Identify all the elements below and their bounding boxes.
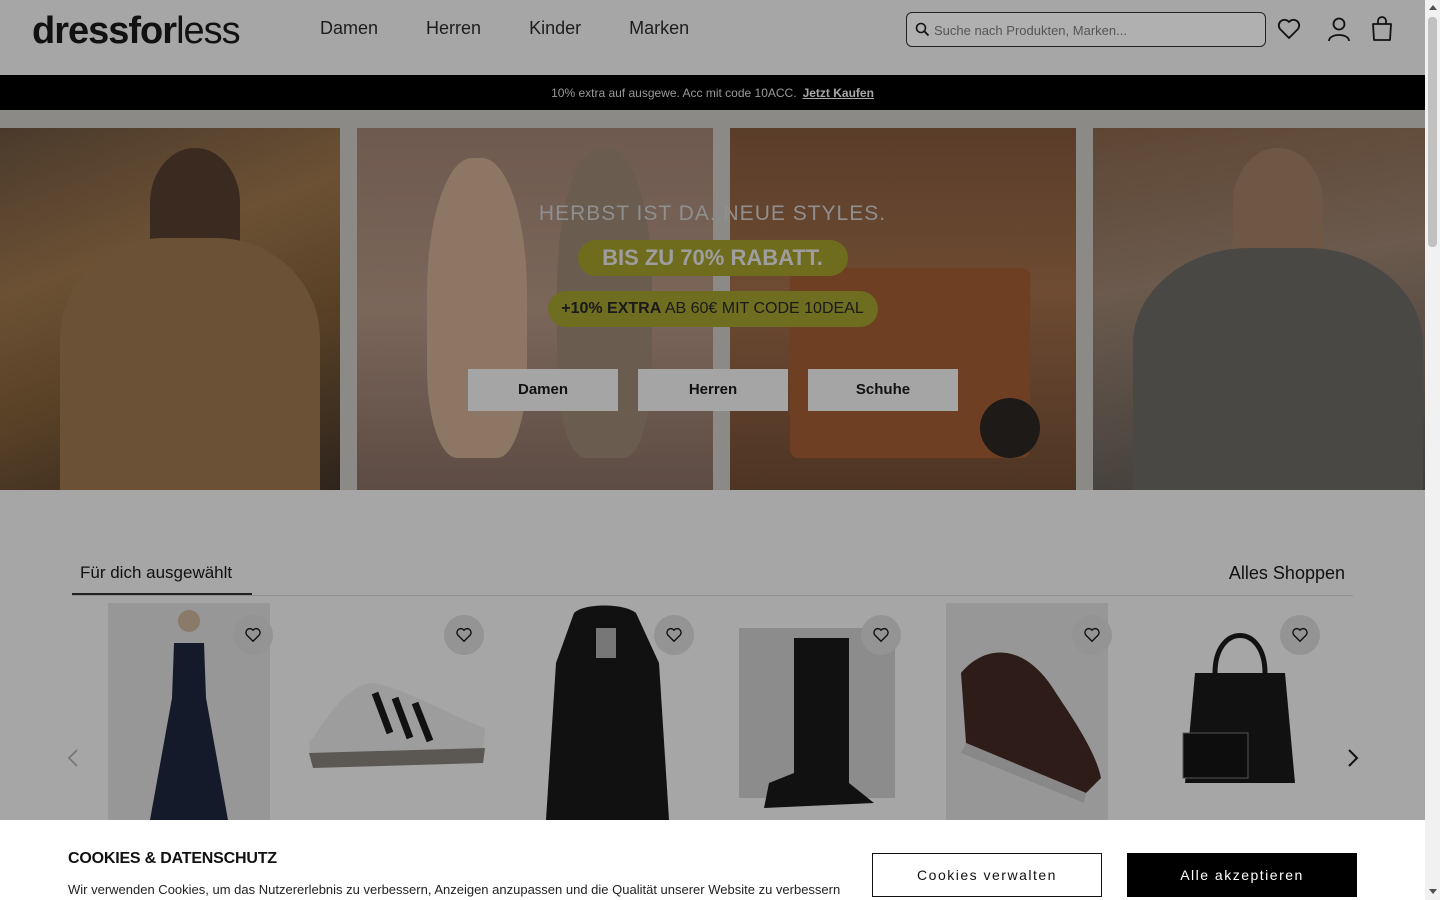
hero-image-woman bbox=[0, 128, 340, 490]
product-card-sneaker[interactable] bbox=[305, 603, 487, 820]
carousel-next-icon[interactable] bbox=[1342, 748, 1362, 768]
hero-code-pill: +10% EXTRA AB 60€ MIT CODE 10DEAL bbox=[547, 291, 878, 327]
cookie-title: COOKIES & DATENSCHUTZ bbox=[68, 850, 277, 867]
search-box[interactable] bbox=[906, 12, 1266, 47]
bag-icon[interactable] bbox=[1369, 16, 1395, 42]
site-header: dressforless Damen Herren Kinder Marken bbox=[0, 0, 1425, 75]
hero-button-damen[interactable]: Damen bbox=[468, 369, 618, 411]
nav-kinder[interactable]: Kinder bbox=[529, 18, 581, 39]
promo-bar: 10% extra auf ausgewe. Acc mit code 10AC… bbox=[0, 75, 1425, 110]
cookie-text: Wir verwenden Cookies, um das Nutzererle… bbox=[68, 882, 841, 897]
nav-damen[interactable]: Damen bbox=[320, 18, 378, 39]
logo-thin-text: less bbox=[176, 10, 241, 52]
search-input[interactable] bbox=[934, 20, 1254, 40]
scrollbar-thumb[interactable] bbox=[1428, 17, 1437, 247]
hero-button-herren[interactable]: Herren bbox=[638, 369, 788, 411]
product-card-sneaker-brown[interactable] bbox=[946, 603, 1112, 820]
product-card-handbag[interactable] bbox=[1155, 603, 1320, 820]
scroll-up-icon[interactable] bbox=[1429, 5, 1437, 10]
accept-all-button[interactable]: Alle akzeptieren bbox=[1127, 853, 1357, 897]
recommended-section: Für dich ausgewählt Alles Shoppen bbox=[0, 490, 1425, 820]
wishlist-heart-icon[interactable] bbox=[861, 615, 901, 655]
brand-logo[interactable]: dressforless bbox=[32, 10, 241, 53]
carousel-prev-icon[interactable] bbox=[64, 748, 84, 768]
hero-image-man bbox=[1093, 128, 1425, 490]
code-rest-text: AB 60€ MIT CODE 10DEAL bbox=[661, 300, 864, 317]
hero-banner: HERBST IST DA. NEUE STYLES. BIS ZU 70% R… bbox=[0, 110, 1425, 490]
promo-link[interactable]: Jetzt Kaufen bbox=[803, 86, 874, 100]
shop-all-link[interactable]: Alles Shoppen bbox=[1229, 563, 1345, 584]
main-nav: Damen Herren Kinder Marken bbox=[320, 18, 737, 39]
manage-cookies-button[interactable]: Cookies verwalten bbox=[872, 853, 1102, 897]
nav-herren[interactable]: Herren bbox=[426, 18, 481, 39]
promo-text: 10% extra auf ausgewe. Acc mit code 10AC… bbox=[551, 85, 797, 100]
wishlist-heart-icon[interactable] bbox=[1280, 615, 1320, 655]
wishlist-heart-icon[interactable] bbox=[654, 615, 694, 655]
hero-discount-pill: BIS ZU 70% RABATT. bbox=[577, 240, 848, 276]
heart-icon[interactable] bbox=[1276, 16, 1302, 42]
wishlist-heart-icon[interactable] bbox=[1072, 615, 1112, 655]
scroll-down-icon[interactable] bbox=[1429, 889, 1437, 894]
nav-marken[interactable]: Marken bbox=[629, 18, 689, 39]
wishlist-heart-icon[interactable] bbox=[233, 615, 273, 655]
cookie-banner: COOKIES & DATENSCHUTZ Wir verwenden Cook… bbox=[0, 820, 1425, 900]
hero-button-schuhe[interactable]: Schuhe bbox=[808, 369, 958, 411]
page-scrollbar[interactable] bbox=[1425, 0, 1440, 900]
section-divider bbox=[72, 595, 1353, 596]
product-card-boot[interactable] bbox=[739, 603, 901, 820]
search-icon bbox=[915, 22, 930, 37]
wishlist-heart-icon[interactable] bbox=[444, 615, 484, 655]
user-icon[interactable] bbox=[1326, 16, 1352, 42]
code-bold-text: +10% EXTRA bbox=[561, 300, 662, 317]
product-card-dress[interactable] bbox=[108, 603, 273, 820]
tab-recommended[interactable]: Für dich ausgewählt bbox=[80, 563, 232, 583]
logo-bold-text: dressfor bbox=[32, 10, 177, 52]
product-card-coat[interactable] bbox=[524, 603, 694, 820]
hero-headline: HERBST IST DA. NEUE STYLES. bbox=[538, 202, 887, 225]
